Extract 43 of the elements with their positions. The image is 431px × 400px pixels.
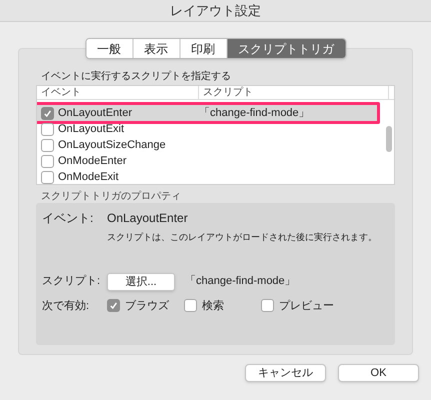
table-row[interactable]: OnModeEnter bbox=[37, 153, 378, 169]
table-row[interactable]: OnModeExit bbox=[37, 169, 378, 184]
field-label: 次で有効: bbox=[42, 298, 90, 314]
event-name: OnLayoutEnter bbox=[57, 106, 133, 121]
script-name: 「change-find-mode」 bbox=[199, 106, 310, 121]
checkbox[interactable] bbox=[184, 299, 197, 312]
cancel-button[interactable]: キャンセル bbox=[245, 364, 326, 382]
checkbox-label[interactable]: 検索 bbox=[202, 298, 224, 314]
event-value: OnLayoutEnter bbox=[107, 210, 188, 227]
checkbox[interactable] bbox=[41, 138, 54, 152]
check-icon bbox=[43, 108, 52, 118]
window-title: レイアウト設定 bbox=[170, 2, 261, 20]
event-description: スクリプトは、このレイアウトがロードされた後に実行されます。 bbox=[106, 231, 378, 244]
checkbox-label[interactable]: ブラウズ bbox=[125, 298, 169, 314]
checkbox[interactable] bbox=[261, 299, 274, 312]
field-label: イベント: bbox=[42, 210, 94, 227]
checkbox[interactable] bbox=[41, 170, 54, 184]
script-value: 「change-find-mode」 bbox=[185, 274, 296, 290]
event-name: OnLayoutSizeChange bbox=[57, 138, 167, 153]
checkbox[interactable] bbox=[41, 106, 54, 120]
select-button[interactable]: 選択... bbox=[107, 272, 175, 290]
event-name: OnModeExit bbox=[57, 170, 120, 184]
column-header[interactable]: イベント bbox=[37, 86, 199, 99]
selected-row[interactable]: OnLayoutEnter 「change-find-mode」 bbox=[37, 105, 378, 121]
tab[interactable]: 一般 bbox=[86, 39, 132, 58]
scrollbar-thumb[interactable] bbox=[386, 126, 392, 152]
column-header[interactable]: スクリプト bbox=[199, 86, 389, 99]
checkbox-label[interactable]: プレビュー bbox=[279, 298, 334, 314]
checkbox[interactable] bbox=[107, 299, 120, 312]
tab[interactable]: 表示 bbox=[132, 39, 179, 58]
table-row[interactable]: OnLayoutExit bbox=[37, 121, 378, 137]
tab[interactable]: スクリプトトリガ bbox=[226, 39, 345, 58]
event-name: OnModeEnter bbox=[57, 154, 128, 169]
check-icon bbox=[109, 301, 118, 310]
event-name: OnLayoutExit bbox=[57, 122, 126, 137]
field-label: スクリプト: bbox=[42, 274, 102, 290]
section-label: イベントに実行するスクリプトを指定する bbox=[40, 70, 232, 84]
checkbox[interactable] bbox=[41, 122, 54, 136]
tab[interactable]: 印刷 bbox=[179, 39, 226, 58]
ok-button[interactable]: OK bbox=[338, 364, 419, 382]
table-row[interactable]: OnLayoutSizeChange bbox=[37, 137, 378, 153]
section-label: スクリプトトリガのプロパティ bbox=[40, 190, 182, 203]
checkbox[interactable] bbox=[41, 154, 54, 168]
